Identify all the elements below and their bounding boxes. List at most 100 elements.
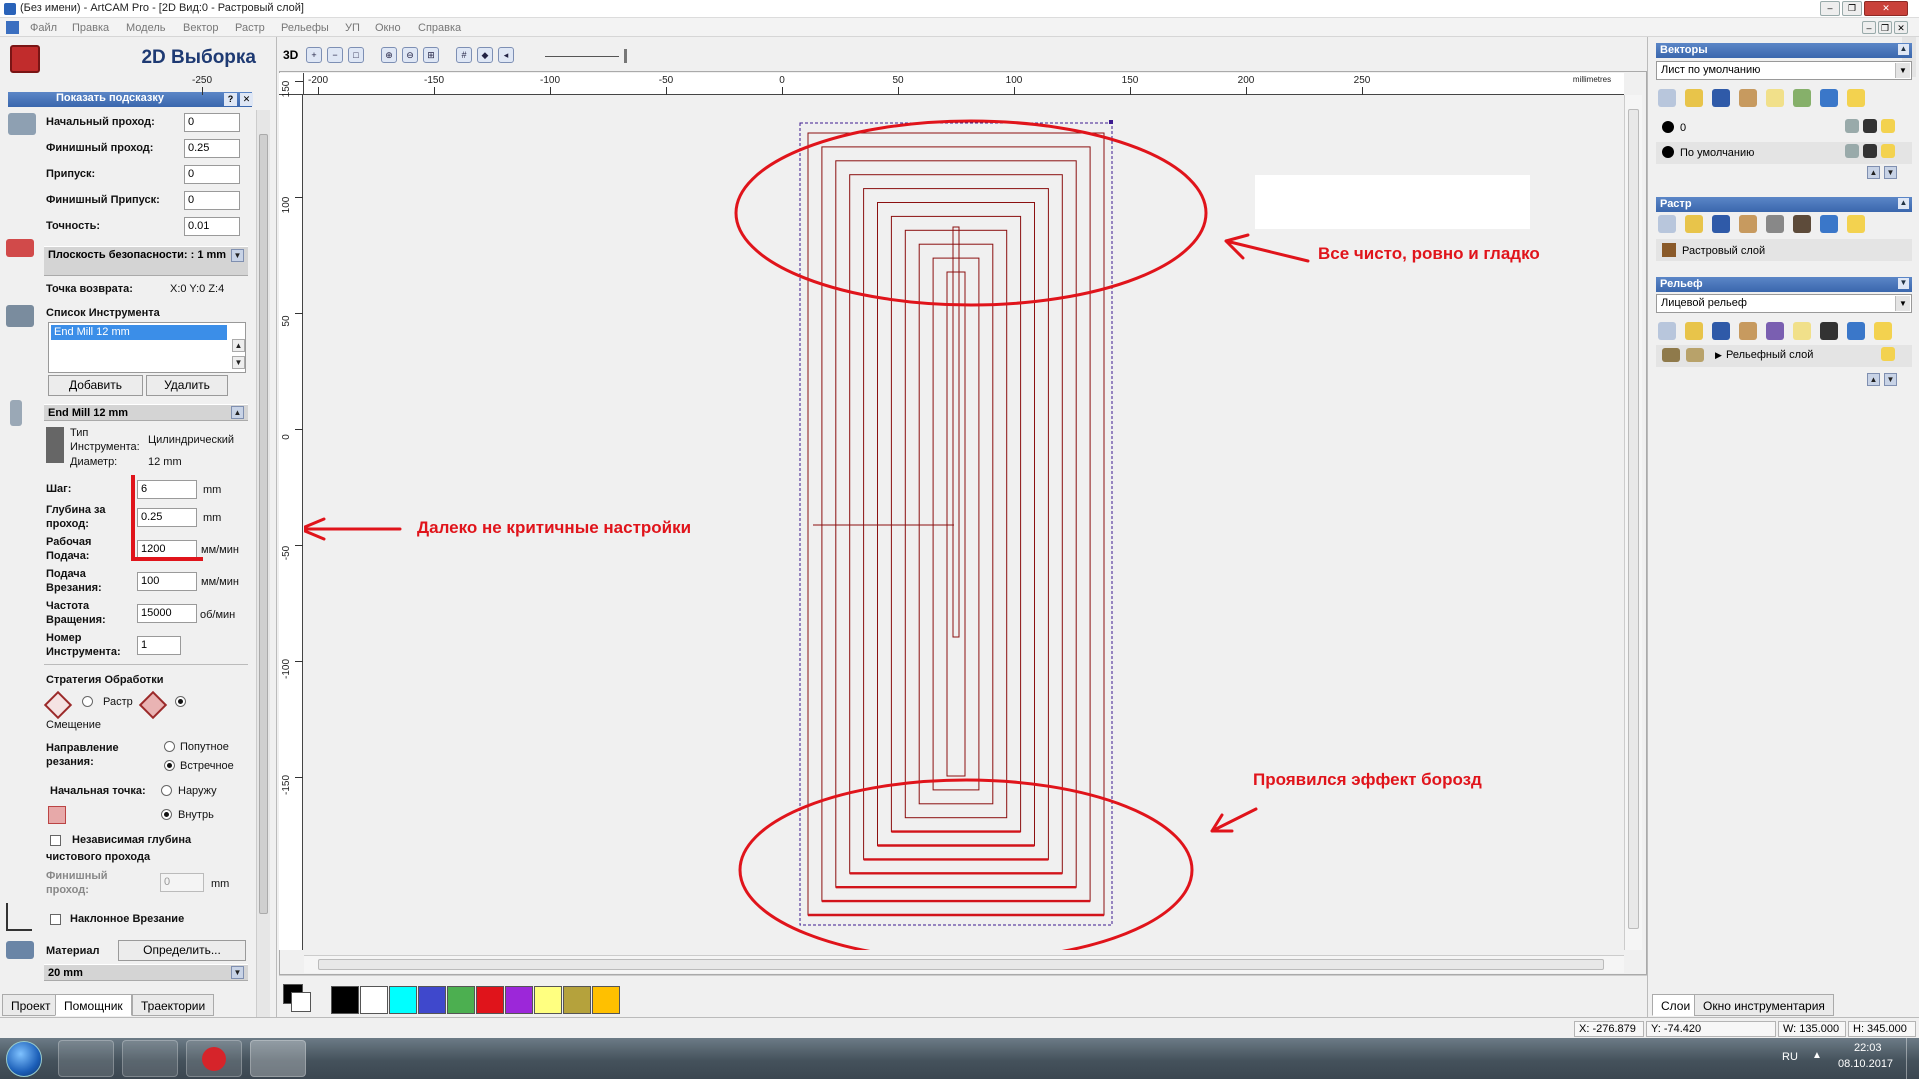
relief-note-icon[interactable]	[1793, 322, 1811, 340]
relief-stack-icon[interactable]	[1766, 322, 1784, 340]
vector-sheet-select[interactable]: Лист по умолчанию ▼	[1656, 61, 1912, 80]
relief-select[interactable]: Лицевой рельеф ▼	[1656, 294, 1912, 313]
color-swatch[interactable]	[418, 986, 446, 1014]
menu-relief[interactable]: Рельефы	[281, 22, 329, 34]
ramp-checkbox[interactable]	[50, 914, 61, 925]
inside-radio[interactable]	[161, 809, 172, 820]
doc-close-button[interactable]: ✕	[1894, 21, 1908, 34]
raster-radio[interactable]	[82, 696, 93, 707]
conventional-radio[interactable]	[164, 760, 175, 771]
panel-scroll-thumb[interactable]	[259, 134, 268, 914]
snap-object-icon[interactable]: ◆	[477, 47, 493, 63]
maximize-button[interactable]: ❐	[1842, 1, 1862, 16]
finish-pass-input[interactable]: 0.25	[184, 139, 240, 158]
relief-grid-icon[interactable]	[1820, 322, 1838, 340]
chevron-down-icon[interactable]: ▼	[1895, 296, 1910, 311]
tab-toolbox[interactable]: Окно инструментария	[1694, 994, 1834, 1016]
relief-bulb-icon[interactable]	[1881, 347, 1895, 361]
open-icon[interactable]	[1685, 89, 1703, 107]
menu-file[interactable]: Файл	[30, 22, 57, 34]
close-button[interactable]: ✕	[1864, 1, 1908, 16]
horizontal-scroll-thumb[interactable]	[318, 959, 1604, 970]
climb-radio[interactable]	[164, 741, 175, 752]
delete-raster-icon[interactable]	[1820, 215, 1838, 233]
color-swatch[interactable]	[534, 986, 562, 1014]
help-button[interactable]: ?	[224, 93, 237, 106]
color-swatch[interactable]	[592, 986, 620, 1014]
color-swatch[interactable]	[331, 986, 359, 1014]
menu-window[interactable]: Окно	[375, 22, 401, 34]
delete-icon[interactable]	[1820, 89, 1838, 107]
tab-layers[interactable]: Слои	[1652, 994, 1700, 1016]
tab-toolpaths[interactable]: Траектории	[132, 994, 215, 1016]
move-layer-up-button[interactable]: ▲	[1867, 166, 1880, 179]
vertical-scrollbar[interactable]	[1624, 95, 1642, 950]
open-raster-icon[interactable]	[1685, 215, 1703, 233]
open-relief-icon[interactable]	[1685, 322, 1703, 340]
define-material-button[interactable]: Определить...	[118, 940, 246, 961]
save-icon[interactable]	[1712, 89, 1730, 107]
color-swatch[interactable]	[447, 986, 475, 1014]
finish-allowance-input[interactable]: 0	[184, 191, 240, 210]
pan-icon[interactable]: ◂	[498, 47, 514, 63]
color-swatch[interactable]	[360, 986, 388, 1014]
menu-toolpaths[interactable]: УП	[345, 22, 360, 34]
save-raster-icon[interactable]	[1712, 215, 1730, 233]
zoom-out-icon[interactable]: −	[327, 47, 343, 63]
import-icon[interactable]	[1739, 89, 1757, 107]
slider-track[interactable]	[545, 56, 619, 57]
zoom-in-icon[interactable]: +	[306, 47, 322, 63]
merge-icon[interactable]	[1793, 89, 1811, 107]
new-layer-icon[interactable]	[1658, 89, 1676, 107]
move-relief-down-button[interactable]: ▼	[1884, 373, 1897, 386]
delete-relief-icon[interactable]	[1847, 322, 1865, 340]
independent-finish-checkbox[interactable]	[50, 835, 61, 846]
remove-tool-button[interactable]: Удалить	[146, 375, 228, 396]
tab-project[interactable]: Проект	[2, 994, 60, 1016]
bulb-icon[interactable]	[1881, 119, 1895, 133]
snap-grid-icon[interactable]: #	[456, 47, 472, 63]
bulb-icon[interactable]	[1881, 144, 1895, 158]
raster-visibility-icon[interactable]	[1847, 215, 1865, 233]
show-desktop-button[interactable]	[1906, 1038, 1919, 1079]
menu-edit[interactable]: Правка	[72, 22, 109, 34]
start-pass-input[interactable]: 0	[184, 113, 240, 132]
visibility-icon[interactable]	[1847, 89, 1865, 107]
material-expand-button[interactable]: ▼	[231, 966, 244, 979]
tab-assistant[interactable]: Помощник	[55, 994, 132, 1016]
menu-help[interactable]: Справка	[418, 22, 461, 34]
raster-layer-row[interactable]: Растровый слой	[1656, 239, 1912, 261]
relief-collapse-button[interactable]: ▼	[1898, 278, 1909, 289]
note-icon[interactable]	[1766, 89, 1784, 107]
save-relief-icon[interactable]	[1712, 322, 1730, 340]
finish-pass-depth-input[interactable]: 0	[160, 873, 204, 892]
color-swatch[interactable]	[476, 986, 504, 1014]
lock-icon[interactable]	[1845, 119, 1859, 133]
color-swatch[interactable]	[505, 986, 533, 1014]
hint-close-button[interactable]: ✕	[240, 93, 253, 106]
tool-collapse-button[interactable]: ▲	[231, 406, 244, 419]
minimize-button[interactable]: –	[1820, 1, 1840, 16]
tool-list[interactable]: End Mill 12 mm ▲ ▼	[48, 322, 246, 373]
spindle-speed-input[interactable]: 15000	[137, 604, 197, 623]
raster-tool-icon[interactable]	[1766, 215, 1784, 233]
panel-scrollbar[interactable]	[256, 110, 270, 1025]
lock-icon[interactable]	[1845, 144, 1859, 158]
taskbar-browser-icon[interactable]	[186, 1040, 242, 1077]
zoom-fit-icon[interactable]: □	[348, 47, 364, 63]
horizontal-scrollbar[interactable]	[304, 955, 1624, 973]
new-relief-icon[interactable]	[1658, 322, 1676, 340]
depth-per-pass-input[interactable]: 0.25	[137, 508, 197, 527]
menu-vector[interactable]: Вектор	[183, 22, 219, 34]
tolerance-input[interactable]: 0.01	[184, 217, 240, 236]
zoom-all-icon[interactable]: ⊞	[423, 47, 439, 63]
menu-model[interactable]: Модель	[126, 22, 165, 34]
background-color[interactable]	[291, 992, 311, 1012]
app-menu-icon[interactable]	[6, 21, 19, 34]
taskbar-calculator-icon[interactable]	[122, 1040, 178, 1077]
doc-restore-button[interactable]: ❐	[1878, 21, 1892, 34]
add-tool-button[interactable]: Добавить	[48, 375, 143, 396]
relief-visibility-icon[interactable]	[1874, 322, 1892, 340]
clock-time[interactable]: 22:03	[1854, 1042, 1882, 1054]
taskbar-computer-icon[interactable]	[58, 1040, 114, 1077]
